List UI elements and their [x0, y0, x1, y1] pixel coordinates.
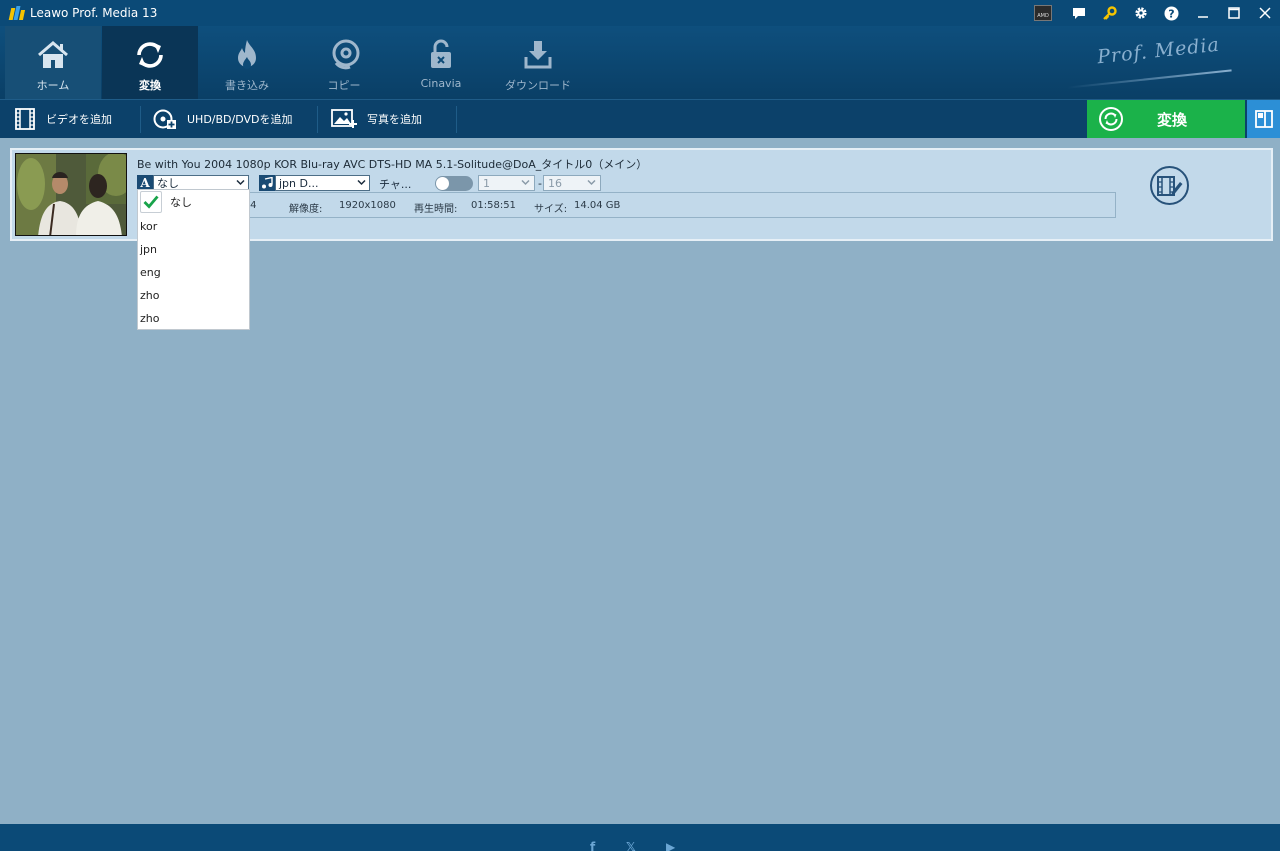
- cinavia-icon: [431, 39, 451, 68]
- audio-select[interactable]: jpn D...: [275, 175, 370, 191]
- chevron-down-icon: [521, 179, 530, 186]
- file-info-box: mp4 解像度: 1920x1080 再生時間: 01:58:51 サイズ: 1…: [137, 192, 1116, 218]
- download-icon: [524, 41, 552, 69]
- chevron-down-icon: [236, 179, 245, 186]
- home-icon: [38, 41, 68, 68]
- dropdown-item-zho[interactable]: zho: [140, 284, 159, 306]
- disc-add-icon: [153, 109, 176, 129]
- convert-button[interactable]: 変換: [1087, 100, 1245, 138]
- svg-text:?: ?: [1168, 7, 1174, 20]
- tab-copy[interactable]: コピー: [296, 26, 392, 99]
- thumbnail-image: [16, 154, 126, 235]
- help-icon[interactable]: ?: [1156, 0, 1187, 26]
- chapter-toggle[interactable]: [435, 176, 473, 191]
- panel-layout-icon: [1254, 110, 1273, 128]
- close-icon[interactable]: [1249, 0, 1280, 26]
- photo-add-icon: [331, 109, 357, 128]
- check-icon: [140, 191, 162, 213]
- minimize-icon[interactable]: [1187, 0, 1218, 26]
- toolbar-divider: [317, 106, 318, 133]
- title-bar: Leawo Prof. Media 13 AMD ?: [0, 0, 1280, 26]
- file-title: Be with You 2004 1080p KOR Blu-ray AVC D…: [137, 158, 648, 171]
- burn-icon: [238, 40, 256, 69]
- brand-logo: Prof. Media: [1096, 33, 1221, 69]
- tab-cinavia[interactable]: Cinavia: [393, 26, 489, 99]
- tab-convert[interactable]: 変換: [102, 26, 198, 99]
- dropdown-item-kor[interactable]: kor: [140, 215, 157, 237]
- film-icon: [15, 108, 35, 130]
- duration-label: 再生時間:: [414, 204, 458, 215]
- video-thumbnail[interactable]: [15, 153, 127, 236]
- dropdown-item-none[interactable]: なし: [140, 191, 192, 213]
- youtube-icon[interactable]: ▶: [666, 840, 675, 851]
- key-icon[interactable]: [1094, 0, 1125, 26]
- add-disc-button[interactable]: UHD/BD/DVDを追加: [153, 100, 293, 138]
- size-value: 14.04 GB: [574, 200, 621, 211]
- size-label: サイズ:: [534, 204, 568, 215]
- dropdown-item-zho-2[interactable]: zho: [140, 307, 159, 329]
- x-twitter-icon[interactable]: 𝕏: [626, 840, 636, 851]
- subtitle-dropdown: なし kor jpn eng zho zho: [137, 189, 250, 330]
- main-nav: ホーム 変換 書き込み コピー Cinavia ダウンロード Prof. Med…: [0, 26, 1280, 99]
- window-title: Leawo Prof. Media 13: [30, 6, 158, 20]
- tab-burn[interactable]: 書き込み: [199, 26, 295, 99]
- tab-download[interactable]: ダウンロード: [490, 26, 586, 99]
- convert-icon: [137, 42, 163, 68]
- chevron-down-icon: [587, 179, 596, 186]
- side-panel-button[interactable]: [1247, 100, 1280, 138]
- audio-track-icon: [259, 175, 275, 191]
- app-logo-icon: [8, 6, 26, 20]
- toolbar-divider: [140, 106, 141, 133]
- dropdown-item-eng[interactable]: eng: [140, 261, 161, 283]
- toolbar: ビデオを追加 UHD/BD/DVDを追加 写真を追加 変換: [0, 99, 1280, 138]
- chapter-start-select[interactable]: 1: [478, 175, 535, 191]
- chevron-down-icon: [357, 179, 366, 186]
- toolbar-divider: [456, 106, 457, 133]
- dropdown-item-jpn[interactable]: jpn: [140, 238, 157, 260]
- resolution-label: 解像度:: [289, 204, 323, 215]
- duration-value: 01:58:51: [471, 200, 516, 211]
- copy-icon: [332, 39, 360, 70]
- maximize-icon[interactable]: [1218, 0, 1249, 26]
- resolution-value: 1920x1080: [339, 200, 396, 211]
- gear-icon[interactable]: [1125, 0, 1156, 26]
- add-video-button[interactable]: ビデオを追加: [14, 100, 112, 138]
- chat-icon[interactable]: [1063, 0, 1094, 26]
- toggle-knob: [436, 177, 449, 190]
- tab-home[interactable]: ホーム: [5, 26, 101, 99]
- footer-bar: f 𝕏 ▶: [0, 824, 1280, 851]
- add-photo-button[interactable]: 写真を追加: [331, 100, 422, 138]
- chapter-end-select[interactable]: 16: [543, 175, 601, 191]
- convert-icon: [1099, 107, 1123, 131]
- facebook-icon[interactable]: f: [590, 840, 595, 851]
- brand-underline: [1067, 69, 1232, 89]
- film-edit-icon: [1156, 175, 1182, 196]
- edit-video-button[interactable]: [1150, 166, 1189, 205]
- chapter-label: チャ...: [379, 178, 412, 191]
- amd-icon[interactable]: AMD: [1023, 0, 1063, 26]
- range-separator: -: [538, 177, 542, 190]
